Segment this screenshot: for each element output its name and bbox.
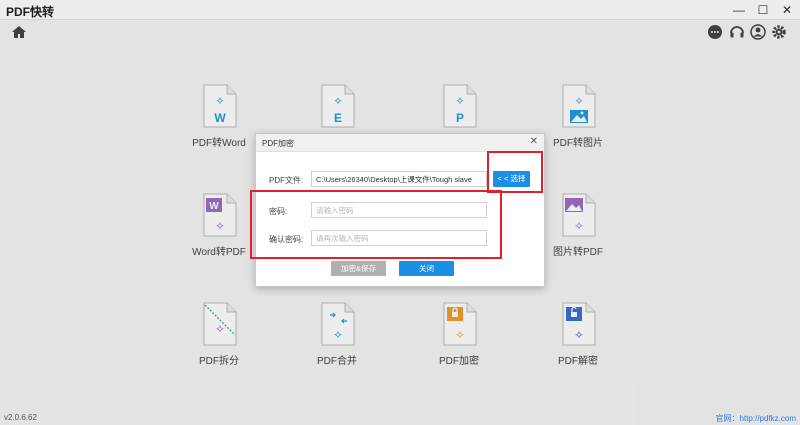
- file-path-field[interactable]: [311, 171, 487, 187]
- dialog-close-button[interactable]: 关闭: [399, 261, 454, 276]
- file-label: PDF文件:: [269, 176, 304, 185]
- version-text: v2.0.6.62: [4, 413, 37, 422]
- select-highlight-box: [487, 151, 543, 193]
- website-label: 官网：: [715, 414, 740, 423]
- dialog-header: PDF加密 ✕: [256, 134, 544, 152]
- website-link[interactable]: 官网：http://pdfkz.com: [716, 413, 796, 424]
- password-highlight-box: [250, 190, 502, 259]
- website-url: http://pdfkz.com: [739, 414, 796, 423]
- encrypt-save-button[interactable]: 加密&保存: [331, 261, 386, 276]
- dialog-close-icon[interactable]: ✕: [530, 136, 538, 147]
- dialog-title: PDF加密: [262, 139, 294, 148]
